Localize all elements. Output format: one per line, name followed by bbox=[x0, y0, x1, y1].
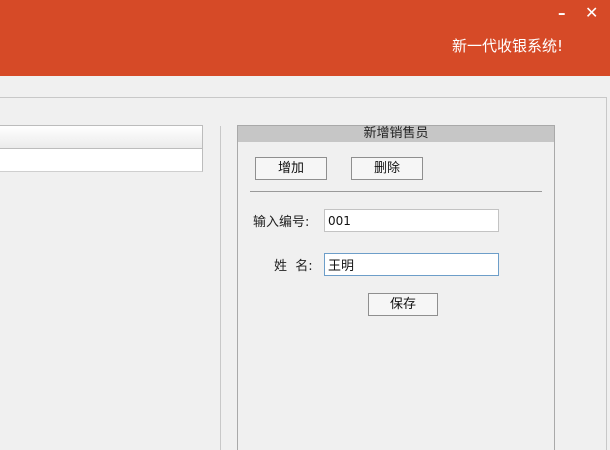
code-input[interactable] bbox=[324, 209, 499, 232]
save-button[interactable]: 保存 bbox=[368, 293, 438, 316]
new-salesperson-panel: 新增销售员 增加 删除 输入编号: 姓 名: 保存 bbox=[237, 125, 555, 450]
separator bbox=[250, 191, 542, 192]
app-title: 新一代收银系统! bbox=[452, 37, 564, 55]
list-header bbox=[0, 125, 203, 149]
vertical-divider bbox=[220, 126, 221, 450]
code-label: 输入编号: bbox=[253, 215, 310, 230]
name-input[interactable] bbox=[324, 253, 499, 276]
close-icon[interactable]: ✕ bbox=[585, 4, 598, 22]
minimize-icon[interactable]: – bbox=[558, 4, 566, 22]
panel-title: 新增销售员 bbox=[238, 126, 554, 142]
delete-button[interactable]: 删除 bbox=[351, 157, 423, 180]
add-button[interactable]: 增加 bbox=[255, 157, 327, 180]
name-label: 姓 名: bbox=[274, 259, 313, 274]
list-item[interactable] bbox=[0, 149, 203, 172]
title-bar: – ✕ 新一代收银系统! bbox=[0, 0, 610, 76]
